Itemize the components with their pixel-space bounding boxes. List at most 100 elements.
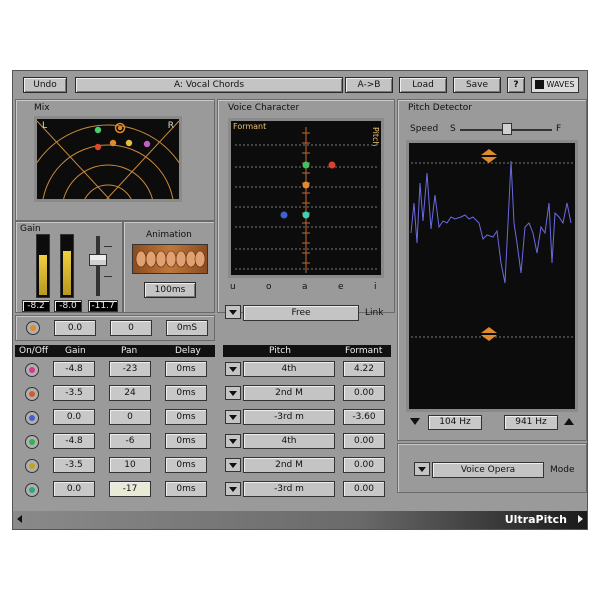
voice-formant-field[interactable]: 4.22 xyxy=(343,361,385,377)
voice-pan-field[interactable]: -23 xyxy=(109,361,151,377)
col-header-delay: Delay xyxy=(175,346,201,356)
voice-pitch-select[interactable]: 2nd M xyxy=(243,457,335,473)
voice-point-red[interactable] xyxy=(328,161,336,169)
gain-readout-left: -8.2 xyxy=(22,300,50,312)
voice-formant-field[interactable]: 0.00 xyxy=(343,385,385,401)
voice-character-display[interactable]: Formant Pitch xyxy=(228,118,384,278)
voice-pan-field[interactable]: -17 xyxy=(109,481,151,497)
col-header-pitch: Pitch xyxy=(269,346,291,356)
master-on-off-button[interactable] xyxy=(26,321,40,335)
voice-delay-field[interactable]: 0ms xyxy=(165,481,207,497)
low-hz-field[interactable]: 104 Hz xyxy=(428,415,482,430)
mix-source-voice-purple[interactable] xyxy=(143,140,151,148)
voice-pitch-select[interactable]: -3rd m xyxy=(243,481,335,497)
waves-logo-text: WAVES xyxy=(546,80,575,89)
voice-point-teal[interactable] xyxy=(302,211,310,219)
voice-formant-field[interactable]: 0.00 xyxy=(343,457,385,473)
low-hz-decrease-icon[interactable] xyxy=(410,418,420,425)
scroll-left-icon[interactable] xyxy=(17,515,22,523)
speed-slider-handle[interactable] xyxy=(502,123,512,135)
link-mode-select[interactable]: Free xyxy=(243,305,359,321)
pitch-dropdown-arrow-icon[interactable] xyxy=(225,410,241,424)
high-hz-field[interactable]: 941 Hz xyxy=(504,415,558,430)
voice-delay-field[interactable]: 0ms xyxy=(165,385,207,401)
gain-fader-handle[interactable] xyxy=(89,254,107,266)
pitch-dropdown-arrow-icon[interactable] xyxy=(225,458,241,472)
voice-on-off-button[interactable] xyxy=(25,459,39,473)
mix-source-voice-orange[interactable] xyxy=(109,139,117,147)
undo-button[interactable]: Undo xyxy=(23,77,67,93)
voice-gain-field[interactable]: -4.8 xyxy=(53,433,95,449)
col-header-gain: Gain xyxy=(65,346,86,356)
help-button[interactable]: ? xyxy=(507,77,525,93)
voice-pan-field[interactable]: 24 xyxy=(109,385,151,401)
voice-led-icon xyxy=(29,415,35,421)
link-dropdown-arrow-icon[interactable] xyxy=(225,305,241,319)
voice-pan-field[interactable]: -6 xyxy=(109,433,151,449)
mix-source-voice-green[interactable] xyxy=(94,126,102,134)
voice-on-off-button[interactable] xyxy=(25,363,39,377)
load-button[interactable]: Load xyxy=(399,77,447,93)
mix-display[interactable]: L R xyxy=(21,116,195,298)
mode-panel: Voice Opera Mode xyxy=(397,443,587,493)
mix-source-voice-yellow[interactable] xyxy=(125,139,133,147)
mode-dropdown-arrow-icon[interactable] xyxy=(414,462,430,476)
voice-point-green[interactable] xyxy=(302,161,310,169)
mix-title: Mix xyxy=(34,103,50,113)
high-threshold-marker-down[interactable] xyxy=(481,157,497,163)
voice-delay-field[interactable]: 0ms xyxy=(165,361,207,377)
voice-pitch-select[interactable]: 2nd M xyxy=(243,385,335,401)
a-to-b-button[interactable]: A->B xyxy=(345,77,393,93)
voice-formant-field[interactable]: 0.00 xyxy=(343,433,385,449)
voice-formant-field[interactable]: 0.00 xyxy=(343,481,385,497)
low-threshold-marker-down[interactable] xyxy=(481,335,497,341)
voice-formant-field[interactable]: -3.60 xyxy=(343,409,385,425)
high-threshold-marker-up[interactable] xyxy=(481,149,497,155)
voice-gain-field[interactable]: 0.0 xyxy=(53,481,95,497)
gain-fader-track xyxy=(96,236,100,296)
voice-gain-field[interactable]: 0.0 xyxy=(53,409,95,425)
voice-pan-field[interactable]: 0 xyxy=(109,409,151,425)
voice-delay-field[interactable]: 0ms xyxy=(165,409,207,425)
pitch-dropdown-arrow-icon[interactable] xyxy=(225,386,241,400)
animation-speed-button[interactable]: 100ms xyxy=(144,282,196,298)
vowel-e: e xyxy=(338,282,344,292)
voice-point-orange[interactable] xyxy=(302,181,310,189)
voice-gain-field[interactable]: -3.5 xyxy=(53,385,95,401)
voice-point-blue[interactable] xyxy=(280,211,288,219)
preset-name-field[interactable]: A: Vocal Chords xyxy=(75,77,343,93)
voice-delay-field[interactable]: 0ms xyxy=(165,457,207,473)
vowel-i: i xyxy=(374,282,377,292)
pitch-trace-line xyxy=(410,160,572,284)
waves-logo: WAVES xyxy=(531,77,579,93)
speed-fast-label: F xyxy=(556,124,562,134)
master-led-icon xyxy=(30,325,36,331)
mix-source-voice-red[interactable] xyxy=(94,143,102,151)
fader-tick xyxy=(104,246,112,247)
master-delay-field[interactable]: 0mS xyxy=(166,320,208,336)
scroll-right-icon[interactable] xyxy=(578,515,583,523)
voice-pitch-select[interactable]: 4th xyxy=(243,433,335,449)
voice-pan-field[interactable]: 10 xyxy=(109,457,151,473)
pitch-detector-display[interactable] xyxy=(406,140,578,412)
master-gain-field[interactable]: 0.0 xyxy=(54,320,96,336)
voice-gain-field[interactable]: -4.8 xyxy=(53,361,95,377)
voice-gain-field[interactable]: -3.5 xyxy=(53,457,95,473)
voice-on-off-button[interactable] xyxy=(25,435,39,449)
mix-left-label: L xyxy=(42,121,48,131)
voice-on-off-button[interactable] xyxy=(25,411,39,425)
voice-pitch-select[interactable]: -3rd m xyxy=(243,409,335,425)
voice-on-off-button[interactable] xyxy=(25,387,39,401)
pitch-dropdown-arrow-icon[interactable] xyxy=(225,482,241,496)
pitch-dropdown-arrow-icon[interactable] xyxy=(225,434,241,448)
save-button[interactable]: Save xyxy=(453,77,501,93)
master-pan-field[interactable]: 0 xyxy=(110,320,152,336)
pitch-dropdown-arrow-icon[interactable] xyxy=(225,362,241,376)
high-hz-increase-icon[interactable] xyxy=(564,418,574,425)
gain-readout-master: -11.7 xyxy=(88,300,118,312)
voice-delay-field[interactable]: 0ms xyxy=(165,433,207,449)
voice-pitch-select[interactable]: 4th xyxy=(243,361,335,377)
voice-on-off-button[interactable] xyxy=(25,483,39,497)
mode-select[interactable]: Voice Opera xyxy=(432,462,544,478)
low-threshold-marker-up[interactable] xyxy=(481,327,497,333)
